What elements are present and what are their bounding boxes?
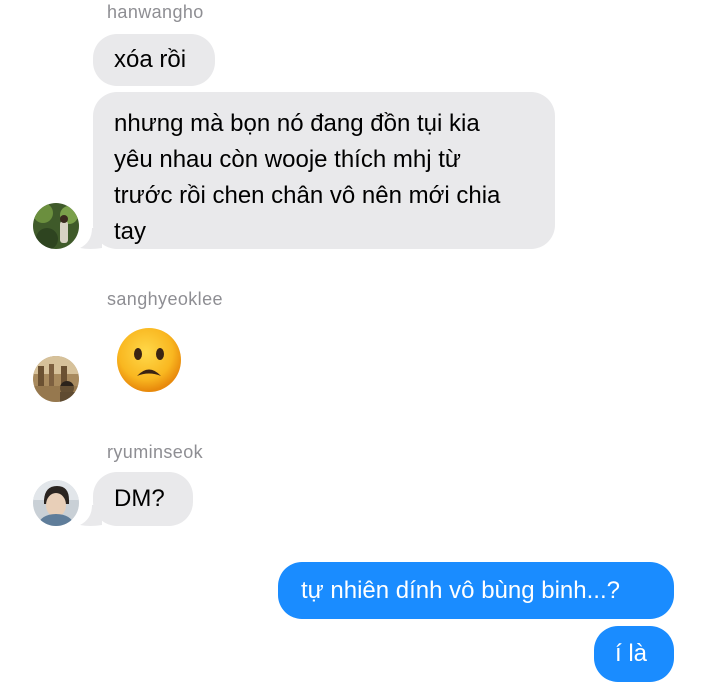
message-bubble[interactable]: DM? <box>93 472 193 526</box>
message-text: í là <box>615 640 648 667</box>
avatar-hanwangho[interactable] <box>33 203 79 249</box>
bubble-tail <box>80 228 102 249</box>
message-text: DM? <box>114 485 165 512</box>
message-text: tự nhiên dính vô bùng binh...? <box>301 577 620 604</box>
sender-name-ryuminseok: ryuminseok <box>107 442 204 462</box>
sender-name-hanwangho: hanwangho <box>107 2 204 22</box>
worried-face-icon[interactable] <box>116 327 182 393</box>
message-text-line: nhưng mà bọn nó đang đồn tụi kia <box>114 110 480 137</box>
bubble-tail <box>80 505 102 526</box>
avatar-image <box>33 480 79 526</box>
sender-name-sanghyeoklee: sanghyeoklee <box>107 289 223 309</box>
message-text: xóa rồi <box>114 46 187 73</box>
avatar-image <box>33 203 79 249</box>
avatar-sanghyeoklee[interactable] <box>33 356 79 402</box>
message-text-line: trước rồi chen chân vô nên mới chia <box>114 182 501 209</box>
message-bubble-outgoing[interactable]: tự nhiên dính vô bùng binh...? <box>278 562 674 619</box>
message-text-line: yêu nhau còn wooje thích mhj từ <box>114 146 461 173</box>
avatar-ryuminseok[interactable] <box>33 480 79 526</box>
message-text-line: tay <box>114 218 147 245</box>
avatar-image <box>33 356 79 402</box>
message-bubble[interactable]: nhưng mà bọn nó đang đồn tụi kia yêu nha… <box>93 92 555 249</box>
message-bubble-outgoing[interactable]: í là <box>594 626 674 682</box>
message-bubble[interactable]: xóa rồi <box>93 34 215 86</box>
